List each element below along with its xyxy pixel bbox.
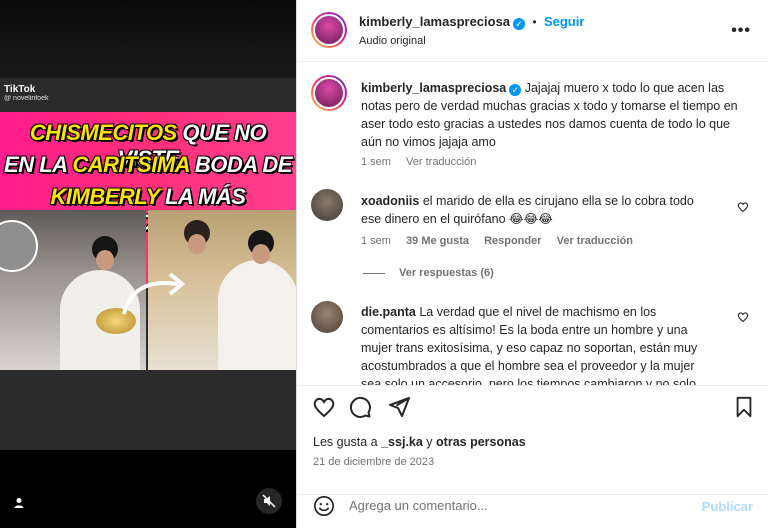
follow-button[interactable]: Seguir — [544, 14, 584, 29]
tiktok-handle: @ novelinfoek — [4, 95, 49, 102]
comment-username[interactable]: xoadoniis — [361, 194, 419, 208]
view-replies-button[interactable]: Ver respuestas (6) — [363, 267, 494, 279]
comment-translate-link[interactable]: Ver traducción — [557, 235, 633, 247]
tiktok-logo-label: TikTok — [4, 84, 36, 95]
likes-mid: y — [422, 435, 437, 449]
more-options-button[interactable]: ••• — [731, 22, 751, 40]
mute-toggle-button[interactable] — [256, 488, 282, 514]
post-media[interactable]: TikTok @ novelinfoek CHISMECITOS QUE NO … — [0, 0, 296, 528]
likes-user-link[interactable]: _ssj.ka — [381, 435, 423, 449]
bookmark-icon — [736, 396, 752, 418]
header-title-row: kimberly_lamaspreciosa ✓ • Seguir — [359, 14, 584, 30]
comment-text-block: die.panta La verdad que el nivel de mach… — [361, 303, 711, 385]
caption-time[interactable]: 1 sem — [361, 156, 391, 168]
caption-avatar[interactable] — [311, 75, 347, 111]
tiktok-watermark: TikTok @ novelinfoek — [4, 84, 48, 102]
bride-face — [96, 250, 114, 270]
separator-dot: • — [532, 15, 537, 29]
reply-button[interactable]: Responder — [484, 235, 541, 247]
video-player[interactable]: TikTok @ novelinfoek CHISMECITOS QUE NO … — [0, 78, 296, 450]
groom-face — [188, 234, 206, 254]
author-avatar[interactable] — [311, 12, 347, 48]
caption-text-block: kimberly_lamaspreciosa ✓ Jajajaj muero x … — [361, 79, 741, 151]
verified-badge-icon: ✓ — [513, 18, 526, 30]
comment-username[interactable]: die.panta — [361, 305, 416, 319]
heart-icon — [313, 397, 335, 418]
person-icon — [14, 498, 24, 508]
emoji-button[interactable] — [311, 493, 337, 519]
comment-bubble-icon — [349, 396, 371, 418]
likes-summary: Les gusta a _ssj.ka y otras personas — [313, 435, 526, 449]
comment-item: xoadoniis el marido de ella es cirujano … — [311, 189, 751, 289]
verified-badge-icon: ✓ — [509, 84, 522, 96]
arrow-annotation-icon — [122, 272, 186, 315]
comment-time[interactable]: 1 sem — [361, 235, 391, 247]
like-button[interactable] — [311, 394, 337, 420]
comment-button[interactable] — [347, 394, 373, 420]
publish-button[interactable]: Publicar — [702, 499, 753, 514]
banner-text: BODA DE — [189, 152, 293, 177]
paper-plane-icon — [389, 397, 410, 417]
comment-meta: 1 sem 39 Me gusta Responder Ver traducci… — [361, 235, 645, 247]
commenter-avatar[interactable] — [311, 189, 343, 221]
add-comment-bar: Publicar — [297, 485, 768, 528]
post-details-panel: kimberly_lamaspreciosa ✓ • Seguir Audio o… — [296, 0, 768, 528]
banner-text: EN LA — [4, 152, 73, 177]
avatar-image — [313, 77, 345, 109]
speaker-muted-icon — [262, 494, 276, 508]
like-comment-heart-icon[interactable] — [737, 201, 749, 213]
comment-likes[interactable]: 39 Me gusta — [406, 235, 469, 247]
bride-dress — [218, 260, 296, 370]
caption-item: kimberly_lamaspreciosa ✓ Jajajaj muero x … — [311, 75, 751, 175]
post-header: kimberly_lamaspreciosa ✓ • Seguir Audio o… — [297, 0, 768, 62]
caption-username[interactable]: kimberly_lamaspreciosa — [361, 81, 506, 95]
author-username[interactable]: kimberly_lamaspreciosa — [359, 14, 510, 29]
comment-text-block: xoadoniis el marido de ella es cirujano … — [361, 192, 711, 228]
comments-list[interactable]: kimberly_lamaspreciosa ✓ Jajajaj muero x … — [297, 63, 768, 385]
caption-translate-link[interactable]: Ver traducción — [406, 156, 476, 168]
banner-text: CHISMECITOS — [29, 120, 177, 145]
share-button[interactable] — [386, 394, 412, 420]
save-button[interactable] — [731, 394, 757, 420]
bride-face — [252, 244, 270, 264]
banner-text: CARITSIMA — [72, 152, 190, 177]
caption-meta: 1 sem Ver traducción — [361, 156, 488, 168]
audio-link[interactable]: Audio original — [359, 35, 426, 47]
view-replies-label: Ver respuestas (6) — [399, 267, 494, 279]
avatar-image — [313, 14, 345, 46]
comment-input[interactable] — [349, 498, 679, 513]
tagged-people-button[interactable] — [10, 494, 28, 512]
banner-line-2: EN LA CARITSIMA BODA DE — [0, 152, 296, 178]
banner-text: KIMBERLY — [50, 184, 160, 209]
post-actions: Les gusta a _ssj.ka y otras personas 21 … — [297, 385, 768, 495]
likes-prefix: Les gusta a — [313, 435, 382, 449]
groom-inset-photo — [0, 220, 38, 272]
smiley-icon — [314, 496, 334, 516]
media-backdrop — [0, 0, 296, 80]
like-comment-heart-icon[interactable] — [737, 311, 749, 323]
comment-item: die.panta La verdad que el nivel de mach… — [311, 301, 751, 385]
post-date[interactable]: 21 de diciembre de 2023 — [313, 456, 434, 468]
commenter-avatar[interactable] — [311, 301, 343, 333]
replies-divider — [363, 272, 385, 274]
likes-others-link[interactable]: otras personas — [436, 435, 526, 449]
